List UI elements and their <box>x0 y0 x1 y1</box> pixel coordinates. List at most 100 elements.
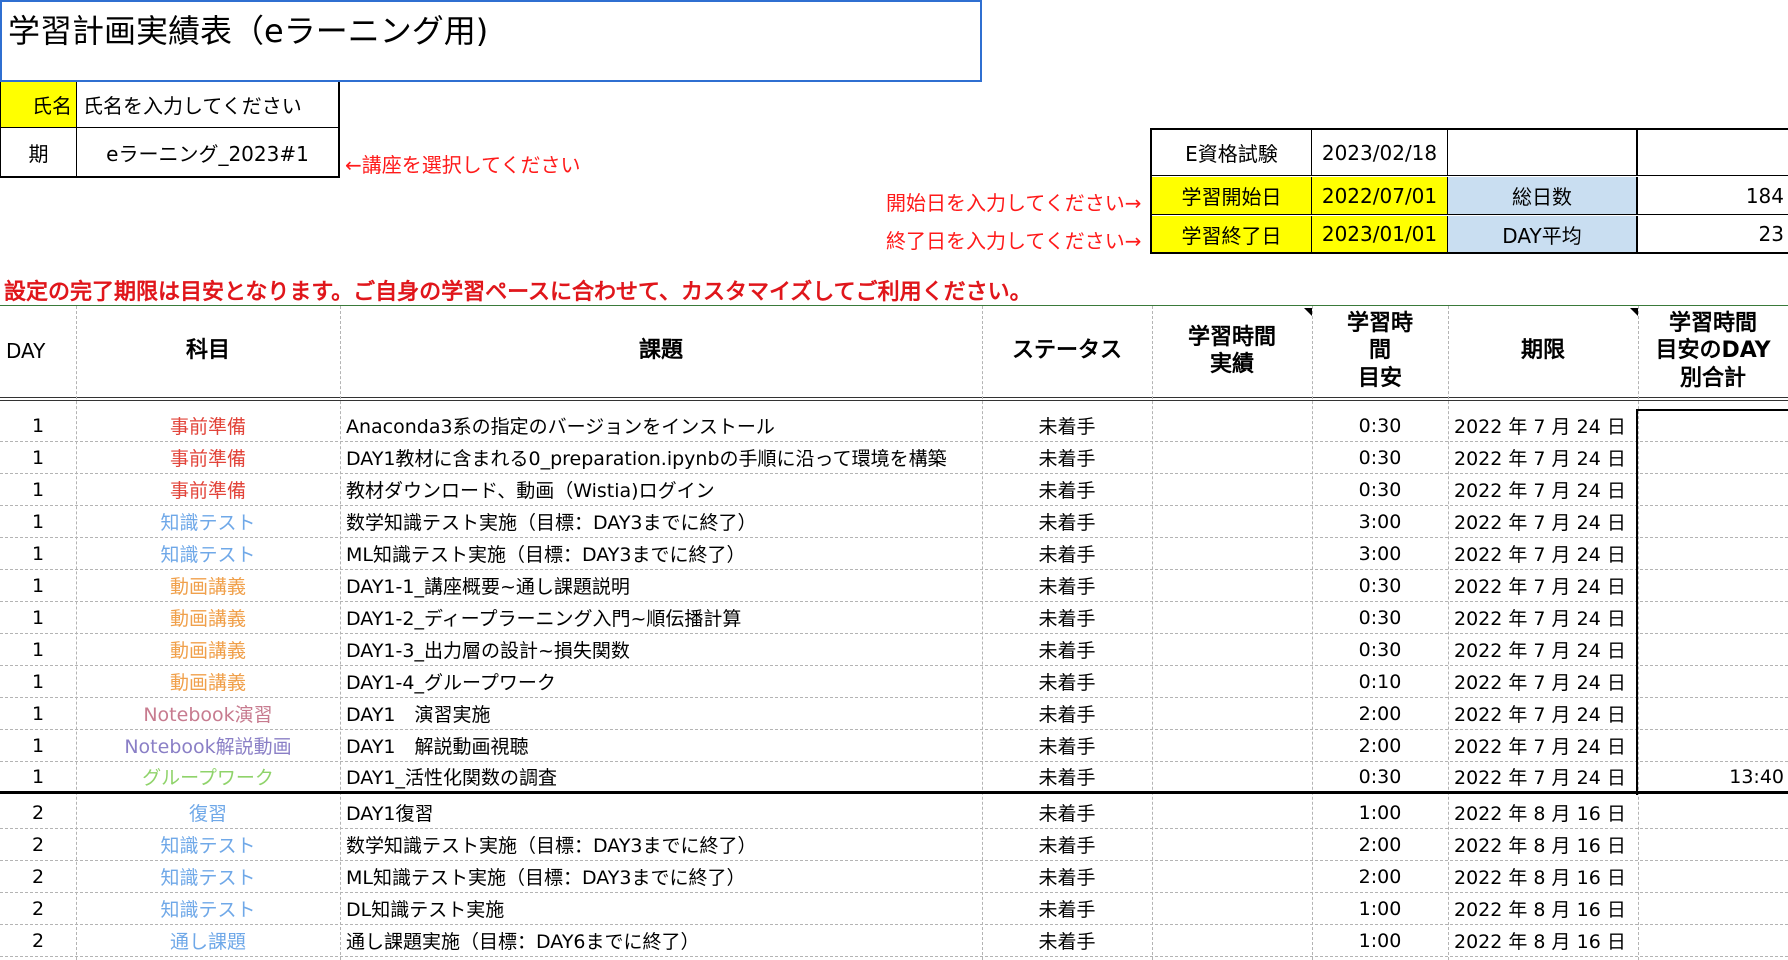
cell-task[interactable]: 数学知識テスト実施（目標：DAY3までに終了） <box>340 829 982 860</box>
cell-day[interactable]: 1 <box>0 602 76 633</box>
cell-target[interactable]: 1:00 <box>1312 925 1448 956</box>
cell-deadline[interactable]: 2022 年 8 月 16 日 <box>1448 893 1638 924</box>
cell-subject[interactable]: 動画講義 <box>76 570 340 601</box>
cell-task[interactable]: DAY1 解説動画視聴 <box>340 730 982 761</box>
cell-subject[interactable]: 事前準備 <box>76 442 340 473</box>
cell-actual[interactable] <box>1152 925 1312 956</box>
cell-subject[interactable]: 事前準備 <box>76 474 340 505</box>
cell-actual[interactable] <box>1152 861 1312 892</box>
cell-day[interactable]: 1 <box>0 762 76 791</box>
table-row[interactable]: 2 復習 DAY1復習 未着手 1:00 2022 年 8 月 16 日 <box>0 797 1788 829</box>
table-row[interactable]: 1 事前準備 教材ダウンロード、動画（Wistia)ログイン 未着手 0:30 2022 … <box>0 474 1788 506</box>
cell-task[interactable]: 数学知識テスト実施（目標：DAY3までに終了） <box>340 506 982 537</box>
cell-status[interactable]: 未着手 <box>982 893 1152 924</box>
cell-subject[interactable]: 動画講義 <box>76 602 340 633</box>
cell-target[interactable]: 0:30 <box>1312 762 1448 791</box>
cell-actual[interactable] <box>1152 602 1312 633</box>
cell-status[interactable]: 未着手 <box>982 762 1152 791</box>
cell-subject[interactable]: グループワーク <box>76 762 340 791</box>
cell-subject[interactable]: 動画講義 <box>76 666 340 697</box>
cell-total[interactable] <box>1638 925 1788 956</box>
cell-actual[interactable] <box>1152 442 1312 473</box>
cell-task[interactable]: DAY1 演習実施 <box>340 698 982 729</box>
table-row[interactable]: 1 動画講義 DAY1-1_講座概要~通し課題説明 未着手 0:30 2022 年 7 月… <box>0 570 1788 602</box>
cell-subject[interactable]: 通し課題 <box>76 925 340 956</box>
cell-task[interactable]: DAY1教材に含まれる0_preparation.ipynbの手順に沿って環境を… <box>340 442 982 473</box>
table-row[interactable]: 1 動画講義 DAY1-2_ディープラーニング入門~順伝播計算 未着手 0:30 2022… <box>0 602 1788 634</box>
cell-deadline[interactable]: 2022 年 7 月 24 日 <box>1448 442 1638 473</box>
cell-task[interactable]: DAY1_活性化関数の調査 <box>340 762 982 791</box>
cell-target[interactable]: 3:00 <box>1312 506 1448 537</box>
cell-task[interactable]: DL知識テスト実施 <box>340 893 982 924</box>
table-row[interactable]: 2 知識テスト 数学知識テスト実施（目標：DAY3までに終了） 未着手 2:00 2022… <box>0 829 1788 861</box>
table-row[interactable]: 1 知識テスト ML知識テスト実施（目標：DAY3までに終了） 未着手 3:00 2022… <box>0 538 1788 570</box>
cell-day[interactable]: 1 <box>0 506 76 537</box>
cell-deadline[interactable]: 2022 年 7 月 24 日 <box>1448 570 1638 601</box>
cell-deadline[interactable]: 2022 年 8 月 16 日 <box>1448 797 1638 828</box>
cell-subject[interactable]: 知識テスト <box>76 538 340 569</box>
cell-target[interactable]: 3:00 <box>1312 538 1448 569</box>
cell-actual[interactable] <box>1152 506 1312 537</box>
title-box[interactable]: 学習計画実績表（eラーニング用) <box>0 0 982 82</box>
table-row[interactable]: 1 Notebook演習 DAY1 演習実施 未着手 2:00 2022 年 7 月 24… <box>0 698 1788 730</box>
cell-target[interactable]: 0:10 <box>1312 666 1448 697</box>
cell-actual[interactable] <box>1152 762 1312 791</box>
cell-task[interactable]: Anaconda3系の指定のバージョンをインストール <box>340 410 982 441</box>
cell-subject[interactable]: 事前準備 <box>76 410 340 441</box>
cell-status[interactable]: 未着手 <box>982 602 1152 633</box>
cell-day[interactable]: 2 <box>0 797 76 828</box>
cell-target[interactable]: 0:30 <box>1312 474 1448 505</box>
cell-subject[interactable]: 動画講義 <box>76 634 340 665</box>
cell-day[interactable]: 1 <box>0 634 76 665</box>
comment-marker-2[interactable] <box>1630 308 1638 316</box>
cell-status[interactable]: 未着手 <box>982 829 1152 860</box>
cell-status[interactable]: 未着手 <box>982 506 1152 537</box>
cell-deadline[interactable]: 2022 年 7 月 24 日 <box>1448 410 1638 441</box>
cell-deadline[interactable]: 2022 年 7 月 24 日 <box>1448 538 1638 569</box>
cell-target[interactable]: 0:30 <box>1312 602 1448 633</box>
table-row[interactable]: 1 動画講義 DAY1-4_グループワーク 未着手 0:10 2022 年 7 月 24 … <box>0 666 1788 698</box>
cell-subject[interactable]: 知識テスト <box>76 893 340 924</box>
cell-actual[interactable] <box>1152 634 1312 665</box>
table-row[interactable]: 1 動画講義 DAY1-3_出力層の設計~損失関数 未着手 0:30 2022 年 7 月… <box>0 634 1788 666</box>
cell-deadline[interactable]: 2022 年 7 月 24 日 <box>1448 474 1638 505</box>
cell-day[interactable]: 2 <box>0 861 76 892</box>
cell-deadline[interactable]: 2022 年 7 月 24 日 <box>1448 634 1638 665</box>
cell-target[interactable]: 2:00 <box>1312 730 1448 761</box>
cell-deadline[interactable]: 2022 年 7 月 24 日 <box>1448 698 1638 729</box>
cell-total[interactable] <box>1638 829 1788 860</box>
cell-day[interactable]: 1 <box>0 474 76 505</box>
table-row[interactable]: 2 通し課題 通し課題実施（目標：DAY6までに終了） 未着手 1:00 2022 年 8… <box>0 925 1788 957</box>
cell-actual[interactable] <box>1152 730 1312 761</box>
cell-status[interactable]: 未着手 <box>982 538 1152 569</box>
cell-day[interactable]: 1 <box>0 666 76 697</box>
cell-target[interactable]: 0:30 <box>1312 634 1448 665</box>
cell-task[interactable]: DAY1-3_出力層の設計~損失関数 <box>340 634 982 665</box>
cell-target[interactable]: 2:00 <box>1312 861 1448 892</box>
cell-deadline[interactable]: 2022 年 7 月 24 日 <box>1448 730 1638 761</box>
table-row[interactable]: 1 Notebook解説動画 DAY1 解説動画視聴 未着手 2:00 2022 年 7 … <box>0 730 1788 762</box>
cell-deadline[interactable]: 2022 年 8 月 16 日 <box>1448 925 1638 956</box>
cell-target[interactable]: 0:30 <box>1312 442 1448 473</box>
cell-status[interactable]: 未着手 <box>982 730 1152 761</box>
start-date[interactable]: 2022/07/01 <box>1312 177 1448 215</box>
cell-day[interactable]: 1 <box>0 570 76 601</box>
cell-deadline[interactable]: 2022 年 7 月 24 日 <box>1448 666 1638 697</box>
cell-deadline[interactable]: 2022 年 7 月 24 日 <box>1448 602 1638 633</box>
cell-day[interactable]: 2 <box>0 925 76 956</box>
cell-status[interactable]: 未着手 <box>982 474 1152 505</box>
cell-day[interactable]: 1 <box>0 410 76 441</box>
cell-deadline[interactable]: 2022 年 7 月 24 日 <box>1448 506 1638 537</box>
cell-total[interactable] <box>1638 797 1788 828</box>
cell-task[interactable]: 教材ダウンロード、動画（Wistia)ログイン <box>340 474 982 505</box>
cell-day[interactable]: 1 <box>0 698 76 729</box>
cell-target[interactable]: 2:00 <box>1312 829 1448 860</box>
cell-status[interactable]: 未着手 <box>982 666 1152 697</box>
cell-task[interactable]: ML知識テスト実施（目標：DAY3までに終了） <box>340 861 982 892</box>
cell-subject[interactable]: 知識テスト <box>76 829 340 860</box>
cell-total[interactable] <box>1638 893 1788 924</box>
cell-status[interactable]: 未着手 <box>982 634 1152 665</box>
cell-actual[interactable] <box>1152 829 1312 860</box>
table-row[interactable]: 1 グループワーク DAY1_活性化関数の調査 未着手 0:30 2022 年 7 月 2… <box>0 762 1788 794</box>
cell-total[interactable] <box>1638 861 1788 892</box>
